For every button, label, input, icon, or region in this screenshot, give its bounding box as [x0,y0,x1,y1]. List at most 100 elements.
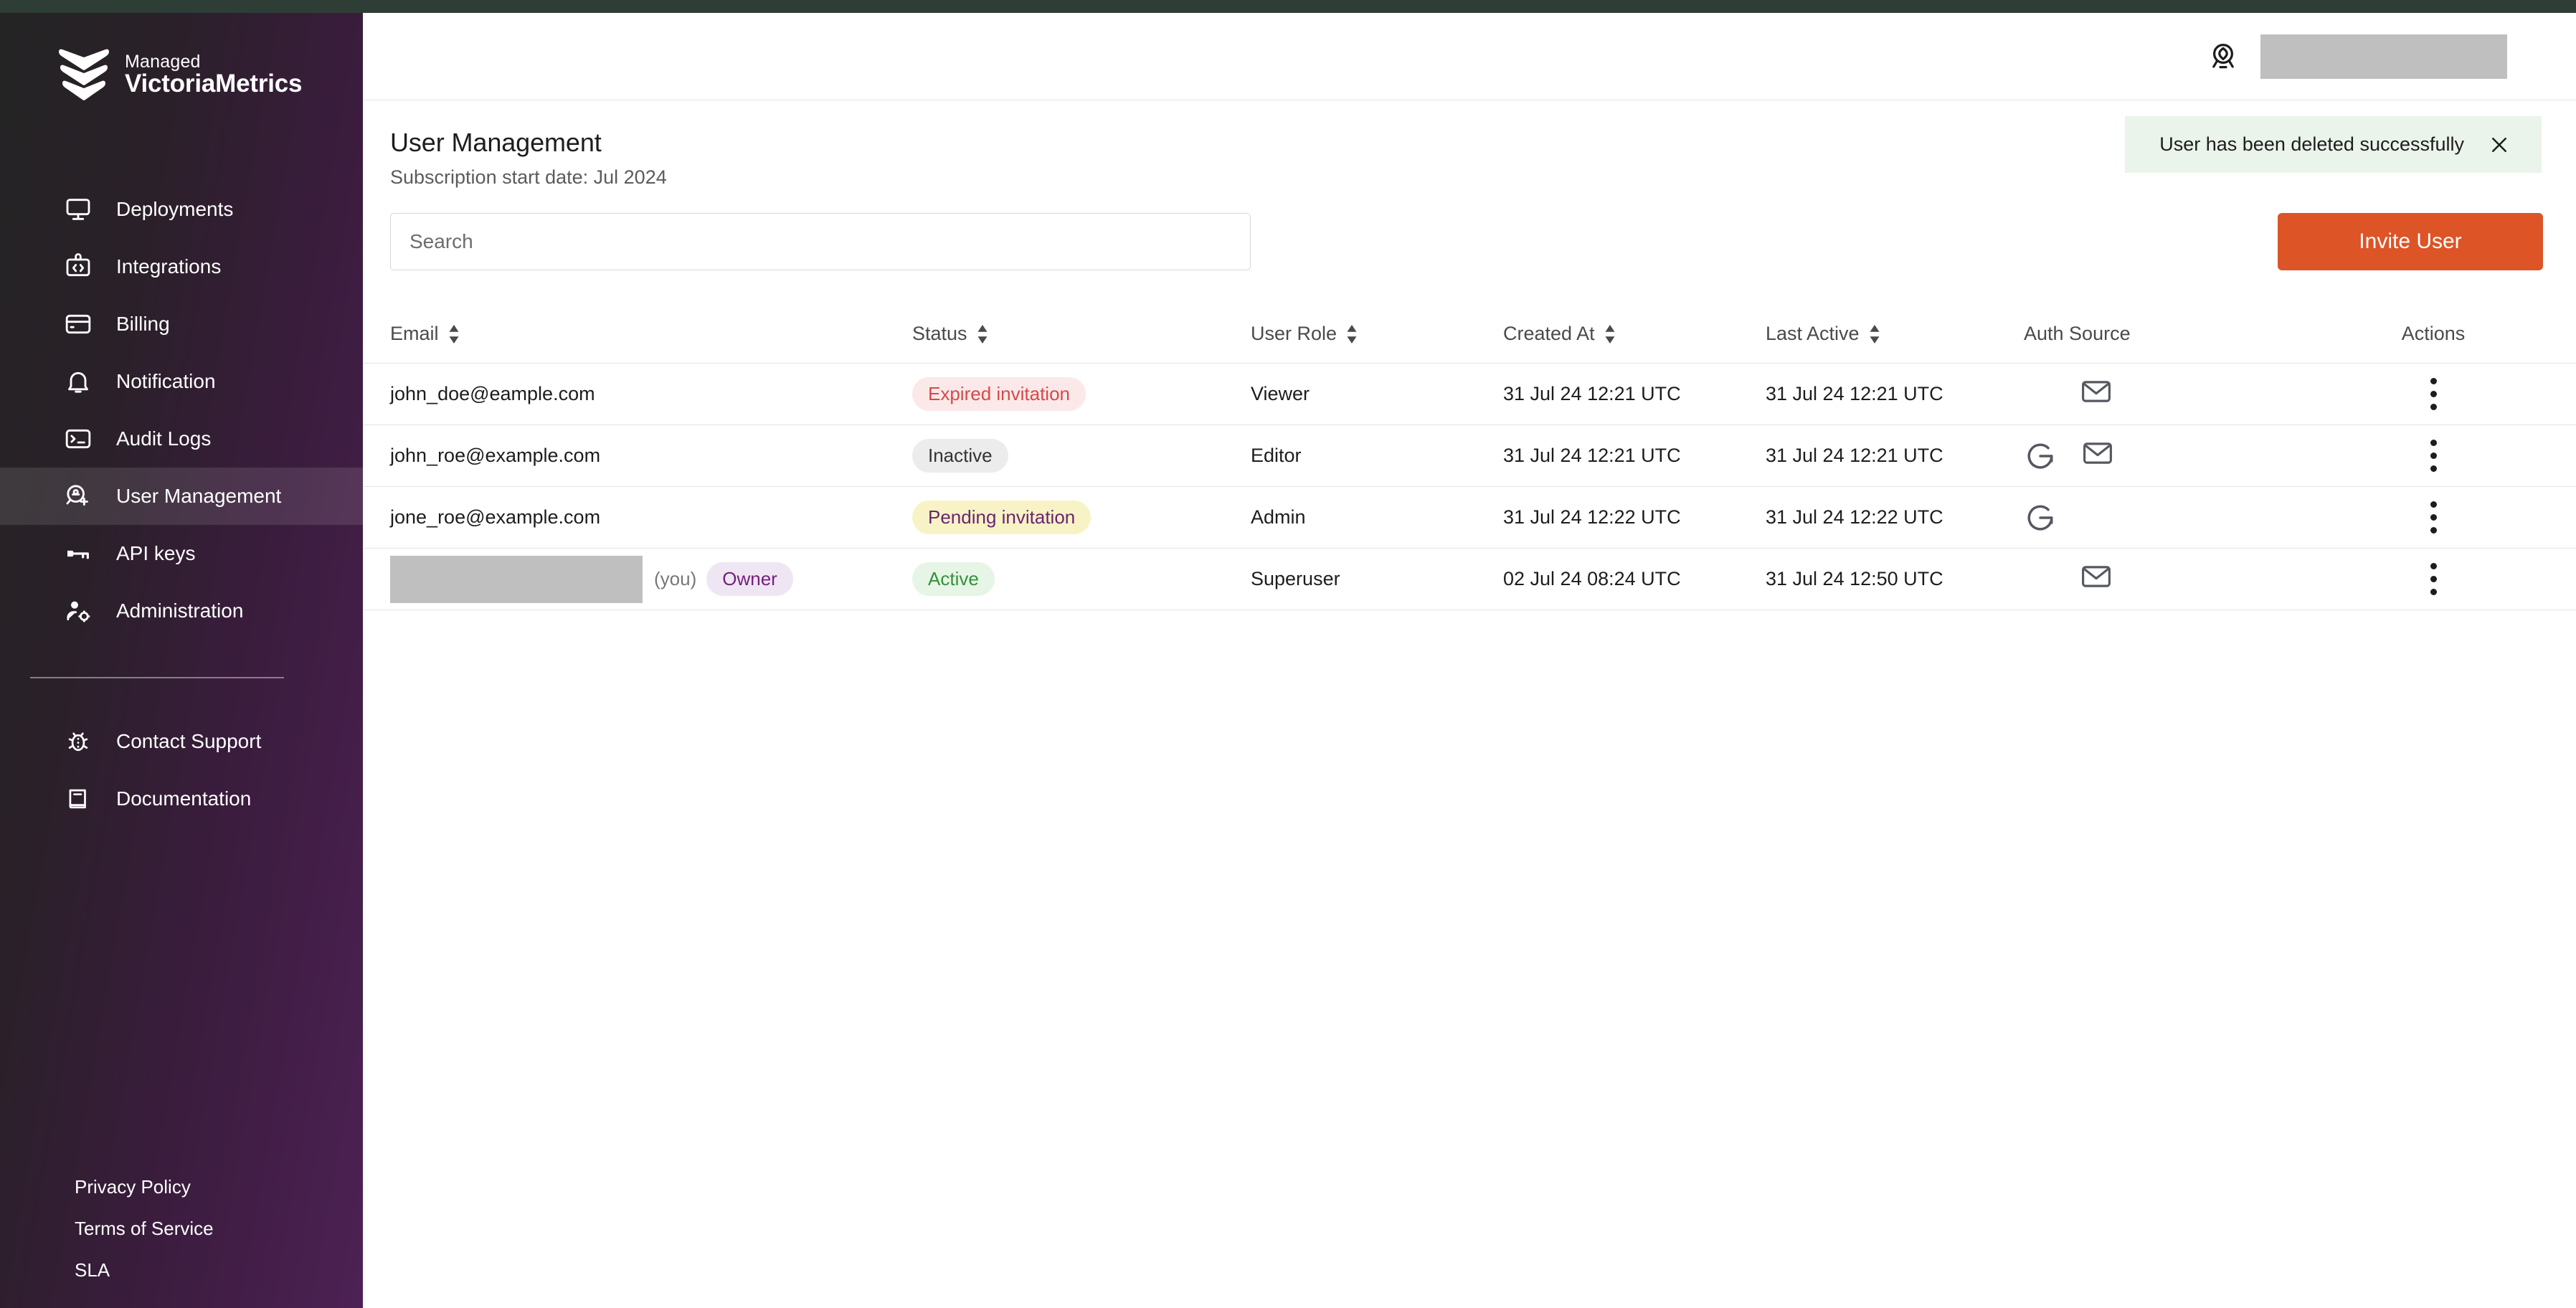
cell-auth-source [2024,441,2361,471]
user-gear-icon [62,594,95,627]
sidebar-item-user-management[interactable]: User Management [0,468,363,525]
top-bar [363,13,2576,100]
table-row: (you) Owner Active Superuser 02 Jul 24 0… [363,549,2576,610]
cell-last-active: 31 Jul 24 12:50 UTC [1766,568,1943,589]
sidebar-item-label: Documentation [116,787,252,810]
column-label: Actions [2401,323,2466,344]
sidebar-item-label: Notification [116,370,216,392]
topbar-user-email-redacted[interactable] [2260,34,2507,79]
cell-last-active: 31 Jul 24 12:21 UTC [1766,445,1943,466]
cell-user-role: Admin [1251,506,1306,528]
sidebar-item-integrations[interactable]: Integrations [0,238,363,295]
table-row: john_roe@example.com Inactive Editor 31 … [363,425,2576,487]
toast-message: User has been deleted successfully [2159,133,2464,155]
column-header-email[interactable]: Email [390,323,912,345]
cell-created-at: 31 Jul 24 12:21 UTC [1503,383,1681,404]
email-icon [2081,379,2111,409]
cell-actions [2361,440,2506,472]
status-badge: Active [912,562,995,596]
cell-email: (you) Owner [390,555,912,603]
cell-created-at: 31 Jul 24 12:22 UTC [1503,506,1681,528]
column-header-user-role[interactable]: User Role [1251,323,1503,345]
cell-actions [2361,501,2506,534]
sidebar-item-api-keys[interactable]: API keys [0,525,363,582]
cell-auth-source [2024,503,2361,533]
column-label: User Role [1251,323,1337,344]
sidebar-item-label: Integrations [116,255,222,278]
secondary-navigation: Contact Support Documentation [0,713,363,828]
sidebar-item-label: API keys [116,542,196,564]
column-label: Auth Source [2024,323,2131,344]
cell-status: Expired invitation [912,377,1251,411]
sidebar-item-audit-logs[interactable]: Audit Logs [0,410,363,468]
cell-created-at: 02 Jul 24 08:24 UTC [1503,568,1681,589]
cell-email: jone_roe@example.com [390,506,912,529]
sidebar-item-label: Billing [116,313,170,335]
user-email: jone_roe@example.com [390,506,601,528]
column-label: Email [390,323,439,344]
account-badge-icon[interactable] [2206,39,2240,74]
column-label: Created At [1503,323,1595,344]
toast-notification: User has been deleted successfully [2125,116,2542,173]
bug-icon [62,725,95,758]
credit-card-icon [62,308,95,341]
you-label: (you) [654,568,697,589]
column-header-actions: Actions [2361,323,2506,345]
column-label: Last Active [1766,323,1860,344]
footer-link-sla[interactable]: SLA [0,1249,363,1291]
sidebar-item-documentation[interactable]: Documentation [0,770,363,828]
google-icon [2025,503,2055,533]
sidebar-item-notification[interactable]: Notification [0,353,363,410]
close-icon[interactable] [2489,134,2510,156]
brand-line-2: VictoriaMetrics [125,69,303,98]
cell-created-at: 31 Jul 24 12:21 UTC [1503,445,1681,466]
cell-actions [2361,563,2506,595]
footer-link-terms-of-service[interactable]: Terms of Service [0,1208,363,1249]
book-icon [62,782,95,815]
sidebar-item-deployments[interactable]: Deployments [0,181,363,238]
column-header-last-active[interactable]: Last Active [1766,323,2024,345]
cell-email: john_roe@example.com [390,445,912,467]
sidebar-item-administration[interactable]: Administration [0,582,363,640]
cell-user-role: Superuser [1251,568,1340,589]
status-badge: Inactive [912,439,1008,473]
google-icon [2025,441,2055,471]
kebab-menu-icon[interactable] [2429,440,2438,472]
monitor-icon [62,193,95,226]
search-input[interactable] [390,213,1251,270]
footer-link-privacy-policy[interactable]: Privacy Policy [0,1166,363,1208]
cell-status: Inactive [912,439,1251,473]
column-header-status[interactable]: Status [912,323,1251,345]
email-icon [2081,564,2111,594]
invite-user-button[interactable]: Invite User [2278,213,2543,270]
sort-icon[interactable] [1868,324,1881,343]
cell-status: Active [912,562,1251,596]
cell-last-active: 31 Jul 24 12:21 UTC [1766,383,1943,404]
sidebar-divider [30,677,284,678]
kebab-menu-icon[interactable] [2429,378,2438,410]
sidebar-item-contact-support[interactable]: Contact Support [0,713,363,770]
cell-status: Pending invitation [912,501,1251,534]
code-box-icon [62,250,95,283]
sort-icon[interactable] [1345,324,1358,343]
column-header-created-at[interactable]: Created At [1503,323,1766,345]
sidebar-item-billing[interactable]: Billing [0,295,363,353]
sort-icon[interactable] [1604,324,1616,343]
top-accent-strip [0,0,2576,13]
table-row: john_doe@eample.com Expired invitation V… [363,364,2576,425]
main-content: User has been deleted successfully User … [363,100,2576,1308]
cell-email: john_doe@eample.com [390,383,912,405]
table-header-row: Email Status User Role Created At Last A… [363,305,2576,364]
cell-last-active: 31 Jul 24 12:22 UTC [1766,506,1943,528]
users-table: Email Status User Role Created At Last A… [363,305,2576,610]
cell-user-role: Editor [1251,445,1302,466]
kebab-menu-icon[interactable] [2429,501,2438,534]
sort-icon[interactable] [448,324,460,343]
sidebar-item-label: Deployments [116,198,234,220]
kebab-menu-icon[interactable] [2429,563,2438,595]
victoriametrics-chevrons-logo-icon [56,46,112,103]
brand-line-1: Managed [125,51,201,72]
email-icon [2083,441,2113,471]
sort-icon[interactable] [976,324,989,343]
brand-logo[interactable]: Managed VictoriaMetrics [0,13,363,103]
